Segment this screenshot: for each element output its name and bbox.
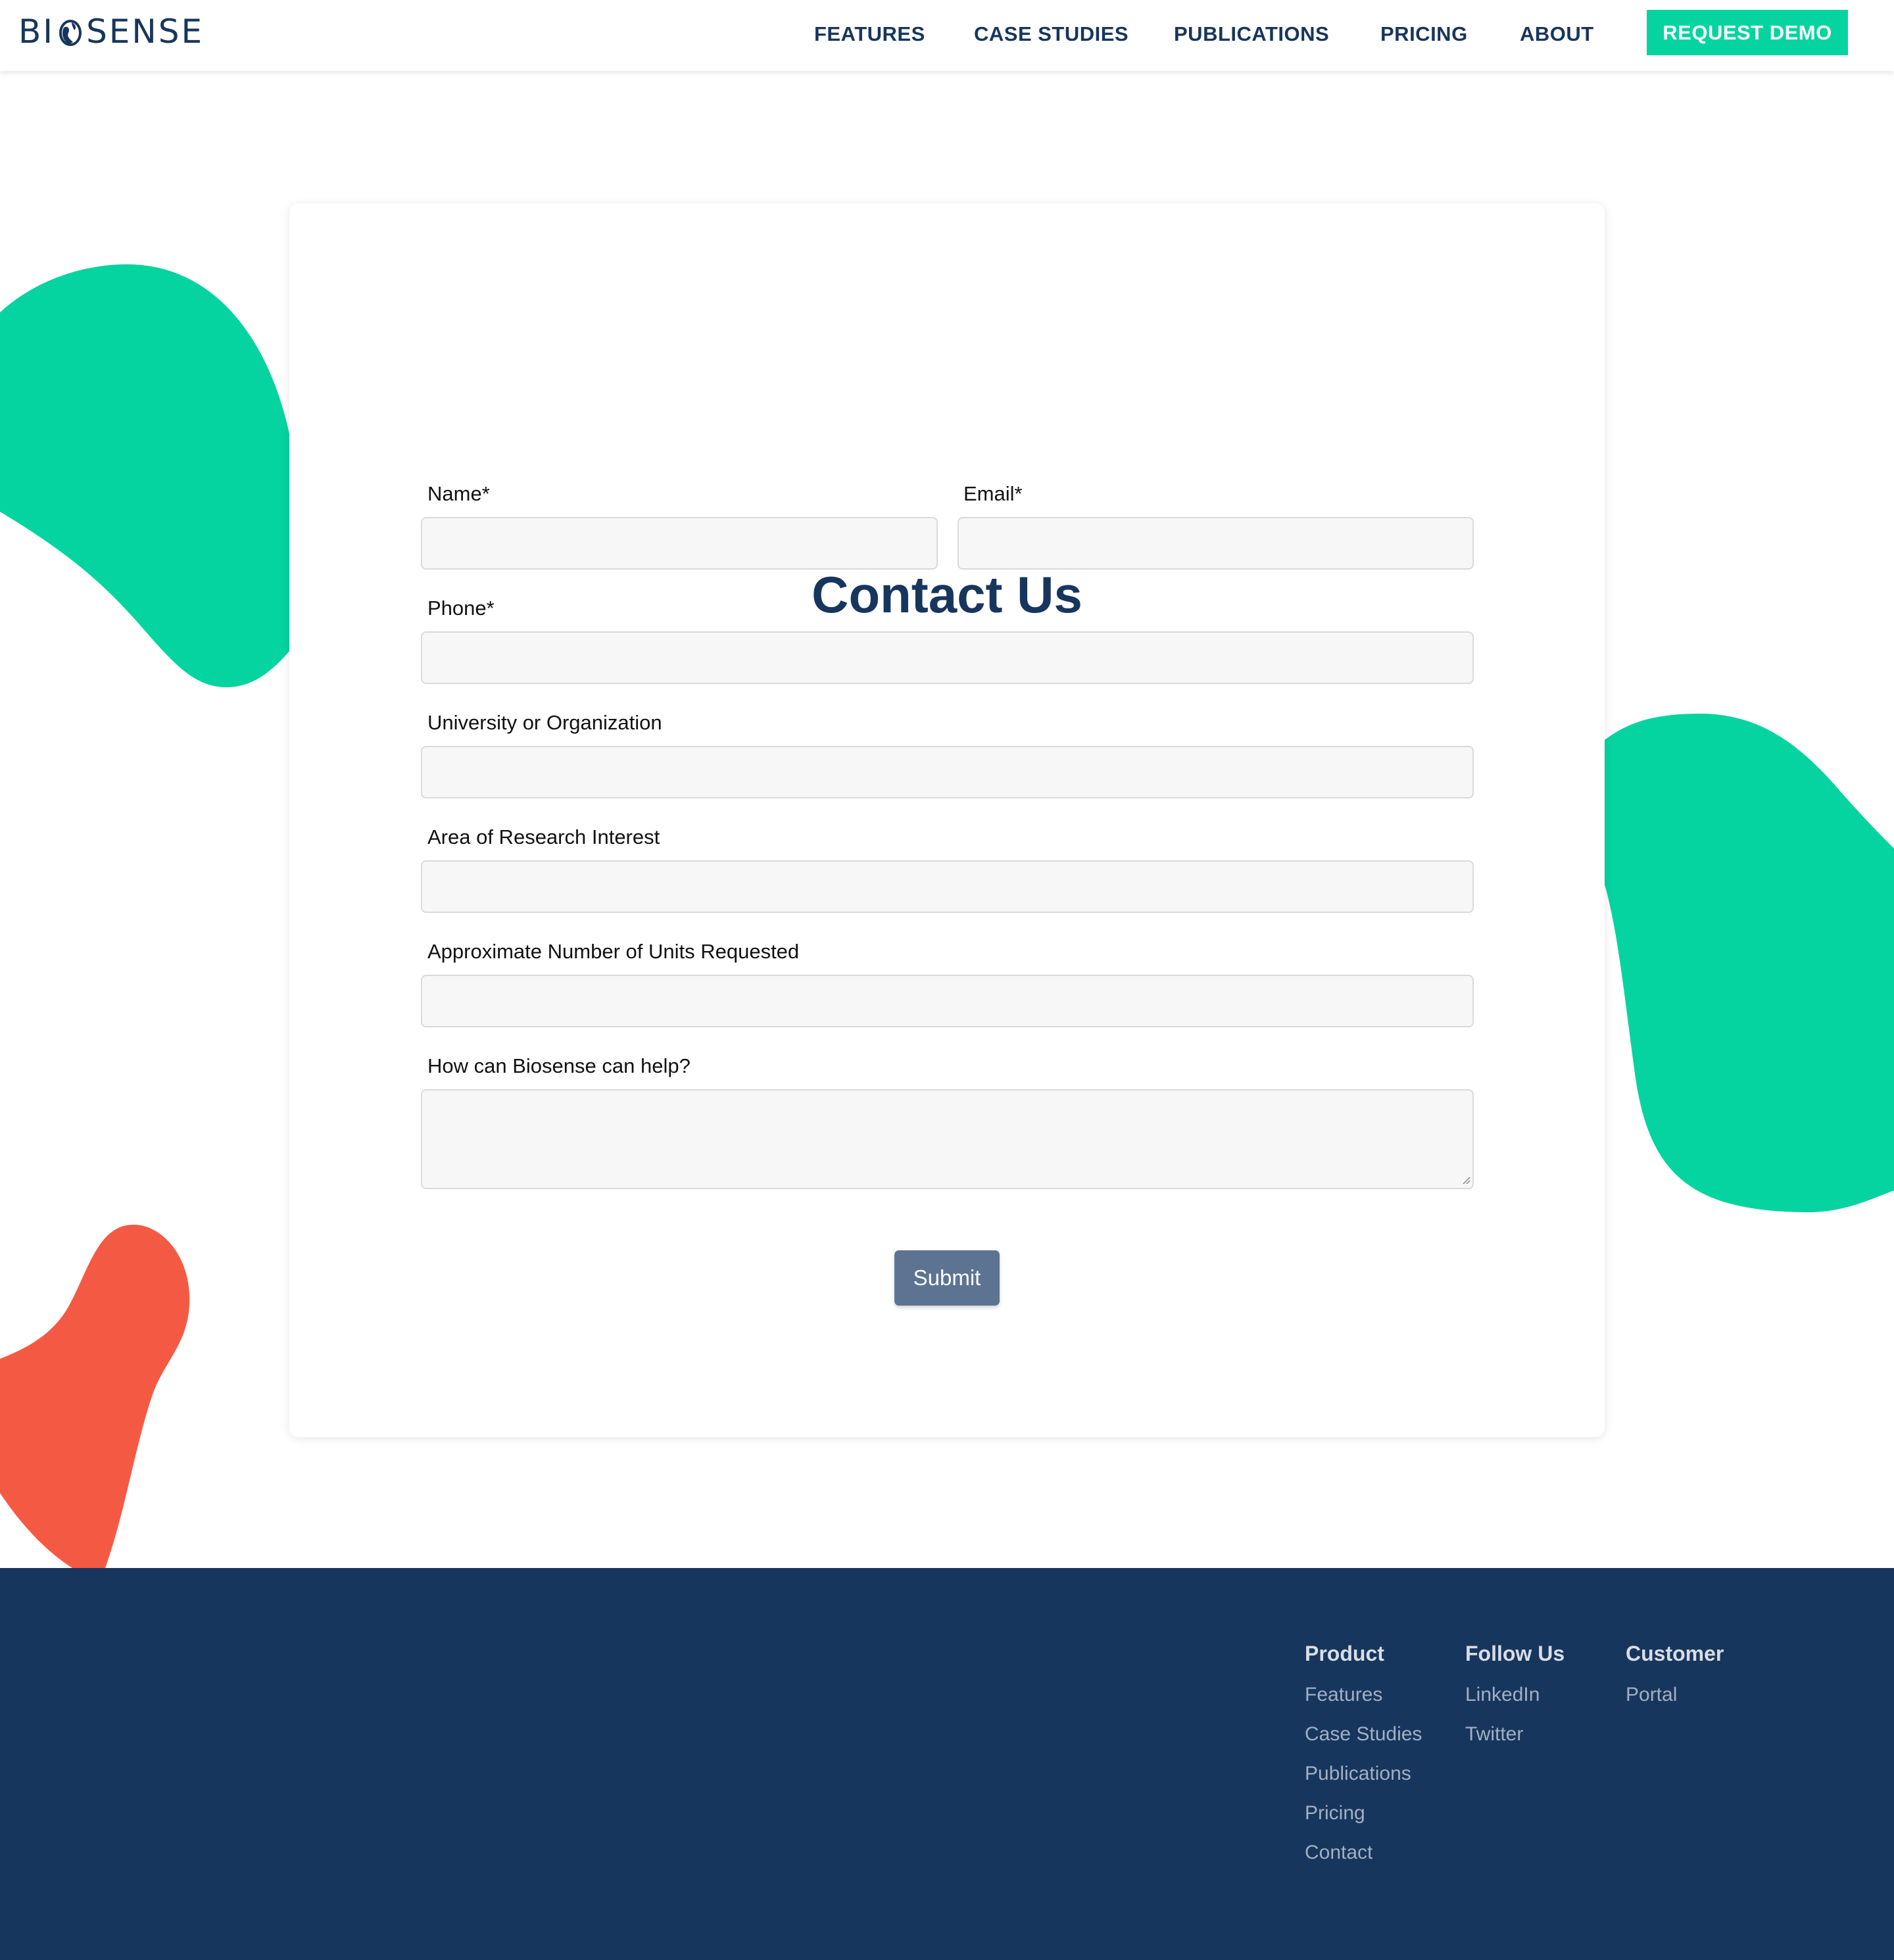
help-label: How can Biosense can help? [427,1054,691,1077]
footer-heading-customer: Customer [1626,1642,1724,1665]
globe-icon [57,17,84,46]
site-header: BI SENSE FEATURES CASE STUDIES PUBLICATI… [0,0,1894,71]
footer-link-case-studies[interactable]: Case Studies [1305,1723,1422,1746]
decorative-green-blob-left [0,264,289,687]
footer-link-features[interactable]: Features [1305,1684,1382,1706]
help-textarea[interactable] [421,1089,1474,1189]
logo[interactable]: BI SENSE [18,12,204,51]
phone-label: Phone* [427,597,495,620]
footer-heading-follow-us: Follow Us [1465,1642,1565,1665]
footer-link-publications[interactable]: Publications [1305,1763,1411,1785]
logo-text-left: BI [18,12,55,51]
research-area-label: Area of Research Interest [427,825,660,848]
name-field[interactable] [421,517,938,570]
decorative-green-blob-right [1605,714,1894,1213]
request-demo-button[interactable]: REQUEST DEMO [1647,10,1848,55]
footer-link-linkedin[interactable]: LinkedIn [1465,1684,1540,1706]
logo-text-right: SENSE [86,12,205,51]
email-label: Email* [963,482,1023,505]
name-label: Name* [427,482,490,505]
footer-link-contact[interactable]: Contact [1305,1842,1372,1864]
organization-field[interactable] [421,746,1474,798]
footer-link-twitter[interactable]: Twitter [1465,1723,1523,1746]
email-field[interactable] [958,517,1474,570]
units-field[interactable] [421,975,1474,1027]
units-label: Approximate Number of Units Requested [427,940,800,963]
decorative-coral-blob [0,1224,190,1568]
resize-handle-icon[interactable] [1461,1175,1471,1185]
nav-about[interactable]: ABOUT [1520,22,1594,46]
footer-heading-product: Product [1305,1642,1384,1665]
submit-button[interactable]: Submit [894,1250,1000,1306]
nav-pricing[interactable]: PRICING [1380,22,1468,46]
organization-label: University or Organization [427,711,662,734]
site-footer: Product Features Case Studies Publicatio… [0,1568,1894,1960]
research-area-field[interactable] [421,860,1474,913]
nav-features[interactable]: FEATURES [814,22,925,46]
footer-link-portal[interactable]: Portal [1626,1684,1677,1706]
nav-publications[interactable]: PUBLICATIONS [1174,22,1329,46]
footer-link-pricing[interactable]: Pricing [1305,1802,1365,1825]
phone-field[interactable] [421,631,1474,684]
nav-case-studies[interactable]: CASE STUDIES [974,22,1129,46]
